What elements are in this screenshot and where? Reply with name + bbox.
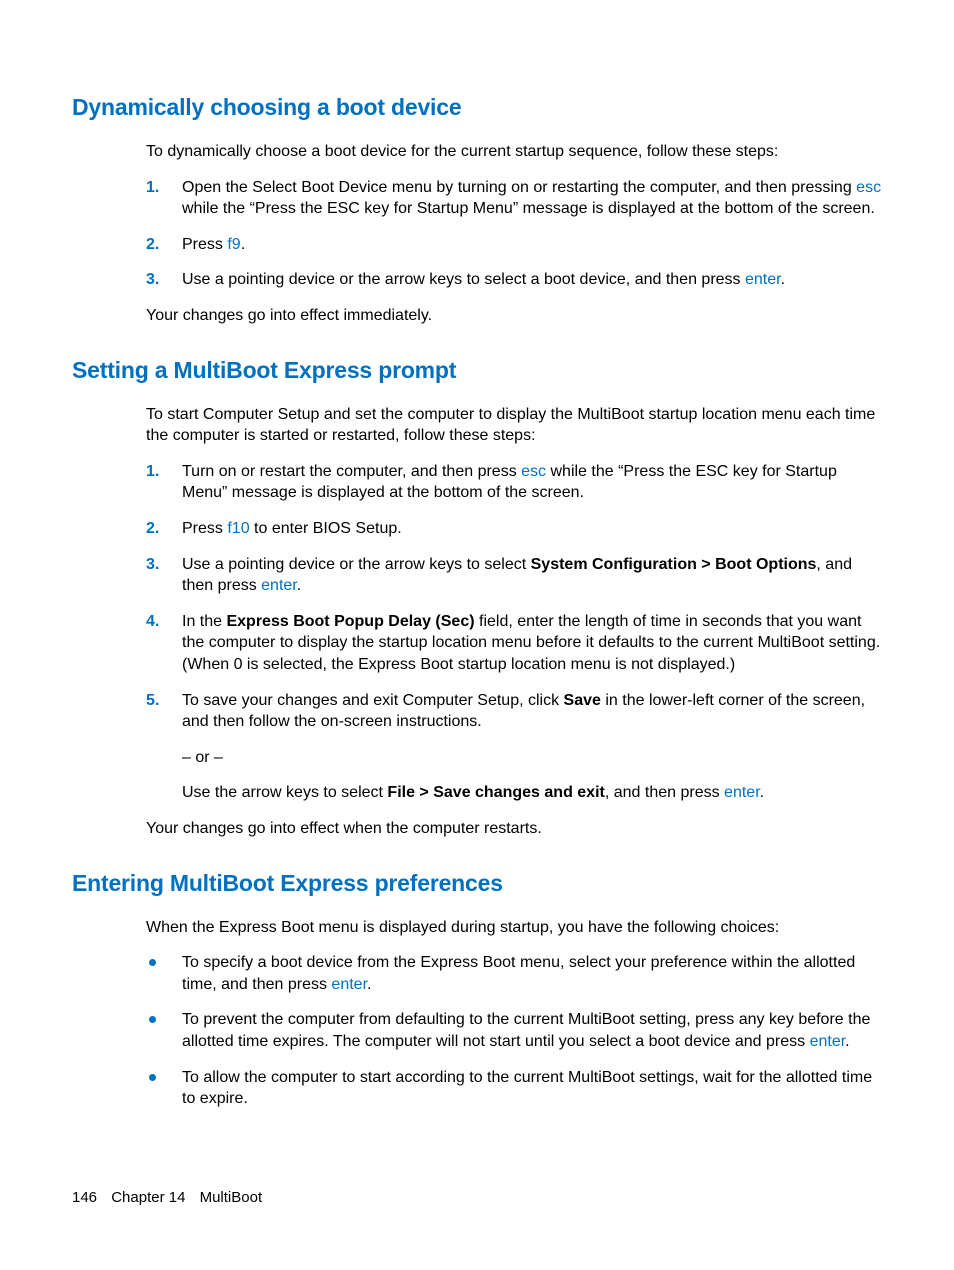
- key-enter: enter: [724, 784, 760, 801]
- section-dynamic-boot: Dynamically choosing a boot device To dy…: [72, 92, 882, 327]
- key-enter: enter: [810, 1033, 846, 1050]
- key-f10: f10: [227, 520, 249, 537]
- step-item: 3. Use a pointing device or the arrow ke…: [146, 554, 882, 597]
- intro-text: To dynamically choose a boot device for …: [146, 141, 882, 163]
- step-text: Press f10 to enter BIOS Setup.: [182, 520, 402, 537]
- list-item: To specify a boot device from the Expres…: [146, 952, 882, 995]
- step-item: 5. To save your changes and exit Compute…: [146, 690, 882, 804]
- step-number: 2.: [146, 234, 159, 256]
- step-number: 4.: [146, 611, 159, 633]
- list-item: To allow the computer to start according…: [146, 1067, 882, 1110]
- key-esc: esc: [521, 463, 546, 480]
- step-number: 3.: [146, 269, 159, 291]
- step-text: Turn on or restart the computer, and the…: [182, 463, 837, 502]
- step-item: 2. Press f9.: [146, 234, 882, 256]
- page-footer: 146 Chapter 14 MultiBoot: [72, 1188, 262, 1208]
- step-item: 4. In the Express Boot Popup Delay (Sec)…: [146, 611, 882, 676]
- step-text: Use a pointing device or the arrow keys …: [182, 271, 785, 288]
- step-text: Open the Select Boot Device menu by turn…: [182, 179, 881, 218]
- intro-text: When the Express Boot menu is displayed …: [146, 917, 882, 939]
- step-number: 1.: [146, 177, 159, 199]
- heading-multiboot-prefs: Entering MultiBoot Express preferences: [72, 868, 882, 899]
- ordered-steps: 1. Open the Select Boot Device menu by t…: [146, 177, 882, 291]
- step-number: 2.: [146, 518, 159, 540]
- step-item: 3. Use a pointing device or the arrow ke…: [146, 269, 882, 291]
- heading-multiboot-prompt: Setting a MultiBoot Express prompt: [72, 355, 882, 386]
- section-body: To start Computer Setup and set the comp…: [146, 404, 882, 840]
- ordered-steps: 1. Turn on or restart the computer, and …: [146, 461, 882, 804]
- list-item: To prevent the computer from defaulting …: [146, 1009, 882, 1052]
- alternate-step: Use the arrow keys to select File > Save…: [182, 782, 882, 804]
- section-body: To dynamically choose a boot device for …: [146, 141, 882, 327]
- bold-text: System Configuration > Boot Options: [531, 556, 817, 573]
- step-text: Use a pointing device or the arrow keys …: [182, 556, 852, 595]
- outro-text: Your changes go into effect immediately.: [146, 305, 882, 327]
- key-enter: enter: [261, 577, 297, 594]
- or-separator: – or –: [182, 747, 882, 769]
- step-text: In the Express Boot Popup Delay (Sec) fi…: [182, 613, 880, 673]
- bold-text: Save: [564, 692, 601, 709]
- step-number: 1.: [146, 461, 159, 483]
- bold-text: Express Boot Popup Delay (Sec): [226, 613, 474, 630]
- key-f9: f9: [227, 236, 240, 253]
- bold-text: File > Save changes and exit: [387, 784, 604, 801]
- heading-dynamic-boot: Dynamically choosing a boot device: [72, 92, 882, 123]
- step-item: 1. Open the Select Boot Device menu by t…: [146, 177, 882, 220]
- chapter-label: Chapter 14: [111, 1189, 185, 1206]
- step-item: 1. Turn on or restart the computer, and …: [146, 461, 882, 504]
- chapter-title: MultiBoot: [200, 1189, 263, 1206]
- page: Dynamically choosing a boot device To dy…: [0, 0, 954, 1270]
- key-enter: enter: [331, 976, 367, 993]
- step-number: 5.: [146, 690, 159, 712]
- step-number: 3.: [146, 554, 159, 576]
- section-multiboot-prefs: Entering MultiBoot Express preferences W…: [72, 868, 882, 1110]
- bullet-list: To specify a boot device from the Expres…: [146, 952, 882, 1110]
- step-text: Press f9.: [182, 236, 245, 253]
- key-esc: esc: [856, 179, 881, 196]
- page-number: 146: [72, 1189, 97, 1206]
- key-enter: enter: [745, 271, 781, 288]
- section-body: When the Express Boot menu is displayed …: [146, 917, 882, 1110]
- step-item: 2. Press f10 to enter BIOS Setup.: [146, 518, 882, 540]
- section-multiboot-prompt: Setting a MultiBoot Express prompt To st…: [72, 355, 882, 840]
- intro-text: To start Computer Setup and set the comp…: [146, 404, 882, 447]
- step-text: To save your changes and exit Computer S…: [182, 692, 865, 731]
- outro-text: Your changes go into effect when the com…: [146, 818, 882, 840]
